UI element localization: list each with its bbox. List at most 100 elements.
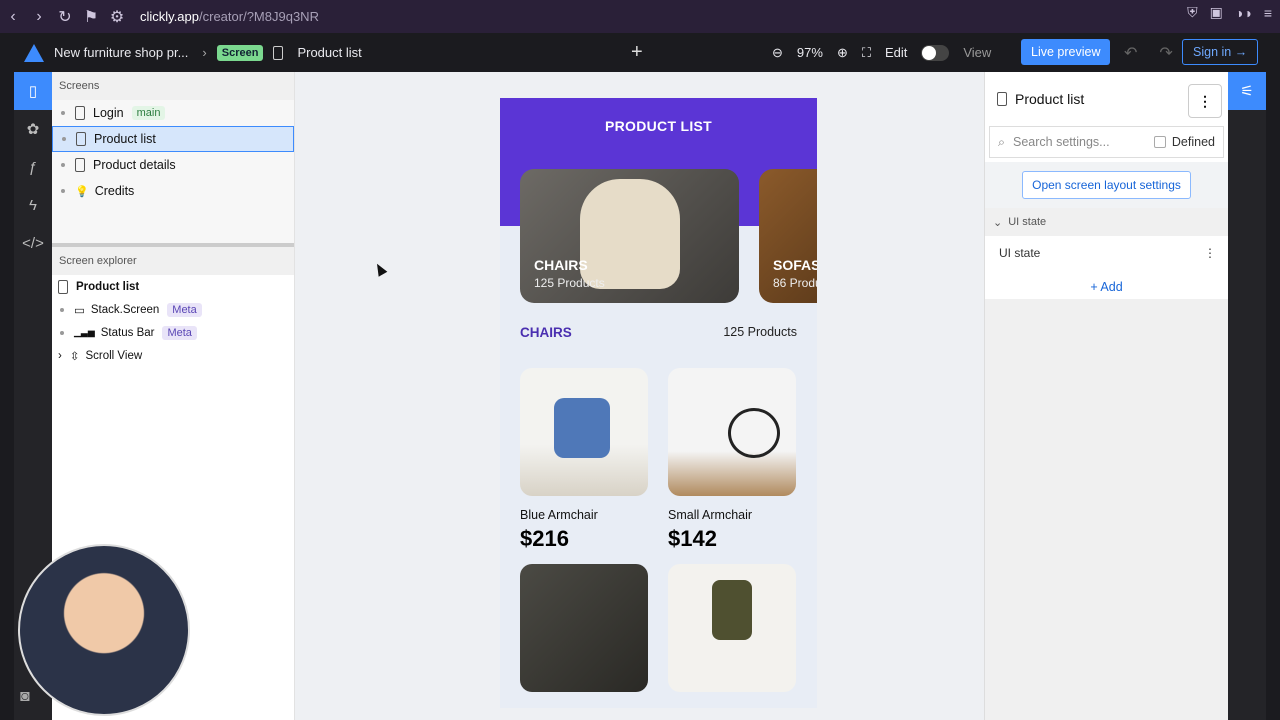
search-icon: ⌕ — [998, 134, 1006, 149]
shield-icon[interactable]: ⛨ — [1187, 4, 1198, 21]
screens-header: Screens — [52, 72, 294, 100]
main-badge: main — [131, 106, 166, 120]
breadcrumb-page[interactable]: Product list — [273, 45, 362, 60]
phone-header-title: PRODUCT LIST — [604, 118, 713, 134]
phone-icon — [75, 158, 85, 172]
bullet-icon — [61, 111, 65, 115]
phone-icon — [75, 106, 85, 120]
category-count: 86 Products — [773, 276, 817, 290]
right-panel-title-label: Product list — [1015, 91, 1085, 107]
redo-icon[interactable]: ↷ — [1159, 43, 1172, 63]
screen-item-credits[interactable]: 💡 Credits — [52, 178, 294, 204]
category-count: 125 Products — [534, 276, 605, 290]
scroll-icon: ⇳ — [69, 350, 80, 363]
product-image — [668, 564, 796, 692]
chevron-right-icon[interactable]: › — [58, 350, 62, 362]
screen-item-login[interactable]: Login main — [52, 100, 294, 126]
explorer-item-label: Stack.Screen — [90, 303, 160, 316]
section-count: 125 Products — [723, 325, 797, 339]
defined-checkbox[interactable] — [1153, 136, 1166, 148]
screenshot-icon[interactable]: ▣ — [1210, 4, 1223, 21]
url-domain: clickly.app — [140, 9, 200, 24]
zoom-level[interactable]: 97% — [797, 45, 823, 60]
fit-screen-icon[interactable]: ⛶ — [862, 45, 871, 61]
back-icon[interactable]: ‹ — [0, 4, 26, 30]
product-card[interactable] — [668, 564, 796, 692]
project-title[interactable]: New furniture shop pr... — [54, 45, 188, 60]
product-image — [520, 564, 648, 692]
right-panel: Product list ⋮ ⌕ Search settings... Defi… — [984, 72, 1229, 720]
explorer-section: Screen explorer Product list ▭ Stack.Scr… — [52, 247, 294, 367]
open-layout-settings-button[interactable]: Open screen layout settings — [1022, 171, 1191, 199]
sign-in-button[interactable]: Sign in → — [1182, 39, 1259, 65]
live-preview-button[interactable]: Live preview — [1021, 39, 1111, 65]
defined-filter[interactable]: Defined — [1153, 135, 1215, 149]
more-options-button[interactable]: ⋮ — [1188, 84, 1222, 118]
explorer-item-stack-screen[interactable]: ▭ Stack.Screen Meta — [52, 298, 294, 321]
product-grid: Blue Armchair $216 Small Armchair $142 — [520, 368, 796, 692]
explorer-item-scroll-view[interactable]: › ⇳ Scroll View — [52, 344, 294, 367]
explorer-root-label: Product list — [76, 280, 140, 293]
row-menu-icon[interactable]: ⋮ — [1204, 246, 1216, 260]
bullet-icon — [61, 163, 65, 167]
zoom-in-icon[interactable]: ⊕ — [837, 45, 848, 61]
screen-item-label: Product list — [94, 132, 156, 146]
right-rail: ⚟ — [1228, 72, 1266, 720]
product-card[interactable]: Small Armchair $142 — [668, 368, 796, 552]
phone-icon — [997, 92, 1007, 106]
address-bar[interactable]: clickly.app/creator/?M8J9q3NR — [140, 9, 319, 24]
signal-icon: ▁▃▅ — [74, 327, 95, 337]
reload-icon[interactable]: ↻ — [52, 4, 78, 30]
site-settings-icon[interactable]: ⚙ — [104, 4, 130, 30]
category-card-chairs[interactable]: CHAIRS 125 Products — [520, 169, 739, 303]
screens-section: Screens Login main Product list Product … — [52, 72, 294, 247]
product-card[interactable] — [520, 564, 648, 692]
forward-icon[interactable]: › — [26, 4, 52, 30]
view-label: View — [963, 45, 992, 60]
category-carousel[interactable]: CHAIRS 125 Products SOFAS 86 Products — [520, 169, 817, 303]
search-placeholder: Search settings... — [1013, 135, 1110, 149]
meta-badge: Meta — [167, 302, 202, 317]
black-chair-shape — [728, 408, 780, 458]
product-name: Blue Armchair — [520, 508, 598, 522]
ui-state-row-label: UI state — [999, 246, 1041, 260]
settings-sliders-icon[interactable]: ⚟ — [1228, 72, 1266, 110]
components-rail-icon[interactable]: ✿ — [14, 110, 52, 148]
mouse-cursor — [372, 261, 388, 277]
category-card-sofas[interactable]: SOFAS 86 Products — [759, 169, 817, 303]
explorer-root[interactable]: Product list — [52, 275, 294, 298]
edit-label: Edit — [884, 45, 908, 60]
phone-preview[interactable]: PRODUCT LIST CHAIRS 125 Products SOFAS 8… — [500, 98, 817, 708]
functions-rail-icon[interactable]: ƒ — [14, 148, 52, 186]
blue-chair-shape — [554, 398, 610, 458]
design-canvas[interactable]: PRODUCT LIST CHAIRS 125 Products SOFAS 8… — [295, 72, 984, 720]
menu-icon[interactable]: ≡ — [1264, 5, 1272, 21]
code-rail-icon[interactable]: </> — [14, 224, 52, 262]
bullet-icon — [61, 189, 65, 193]
product-card[interactable]: Blue Armchair $216 — [520, 368, 648, 552]
screen-item-product-list[interactable]: Product list — [52, 126, 294, 152]
edit-view-toggle[interactable] — [921, 44, 950, 61]
discord-icon[interactable]: ◙ — [20, 688, 30, 706]
screen-item-label: Product details — [93, 158, 176, 172]
url-path: /creator/?M8J9q3NR — [199, 9, 319, 24]
breadcrumb-page-label: Product list — [297, 45, 362, 60]
green-chair-shape — [712, 580, 752, 640]
ui-state-header[interactable]: ⌄ UI state — [985, 208, 1228, 236]
ui-state-header-label: UI state — [1008, 216, 1047, 228]
zoom-out-icon[interactable]: ⊖ — [772, 45, 783, 61]
undo-icon[interactable]: ↶ — [1124, 43, 1137, 63]
lightbulb-icon: 💡 — [75, 185, 89, 198]
chevron-right-icon: › — [202, 45, 207, 60]
screen-item-product-details[interactable]: Product details — [52, 152, 294, 178]
actions-rail-icon[interactable]: ϟ — [14, 186, 52, 224]
glasses-icon[interactable]: ◑◑ — [1235, 5, 1252, 21]
bookmark-icon[interactable]: ⚑ — [78, 4, 104, 30]
add-icon[interactable]: + — [631, 41, 643, 64]
stack-icon: ▭ — [74, 304, 85, 317]
settings-search[interactable]: ⌕ Search settings... Defined — [989, 126, 1224, 158]
screens-rail-icon[interactable]: ▯ — [14, 72, 52, 110]
product-price: $142 — [668, 526, 717, 551]
section-title: CHAIRS — [520, 325, 572, 340]
explorer-item-status-bar[interactable]: ▁▃▅ Status Bar Meta — [52, 321, 294, 344]
